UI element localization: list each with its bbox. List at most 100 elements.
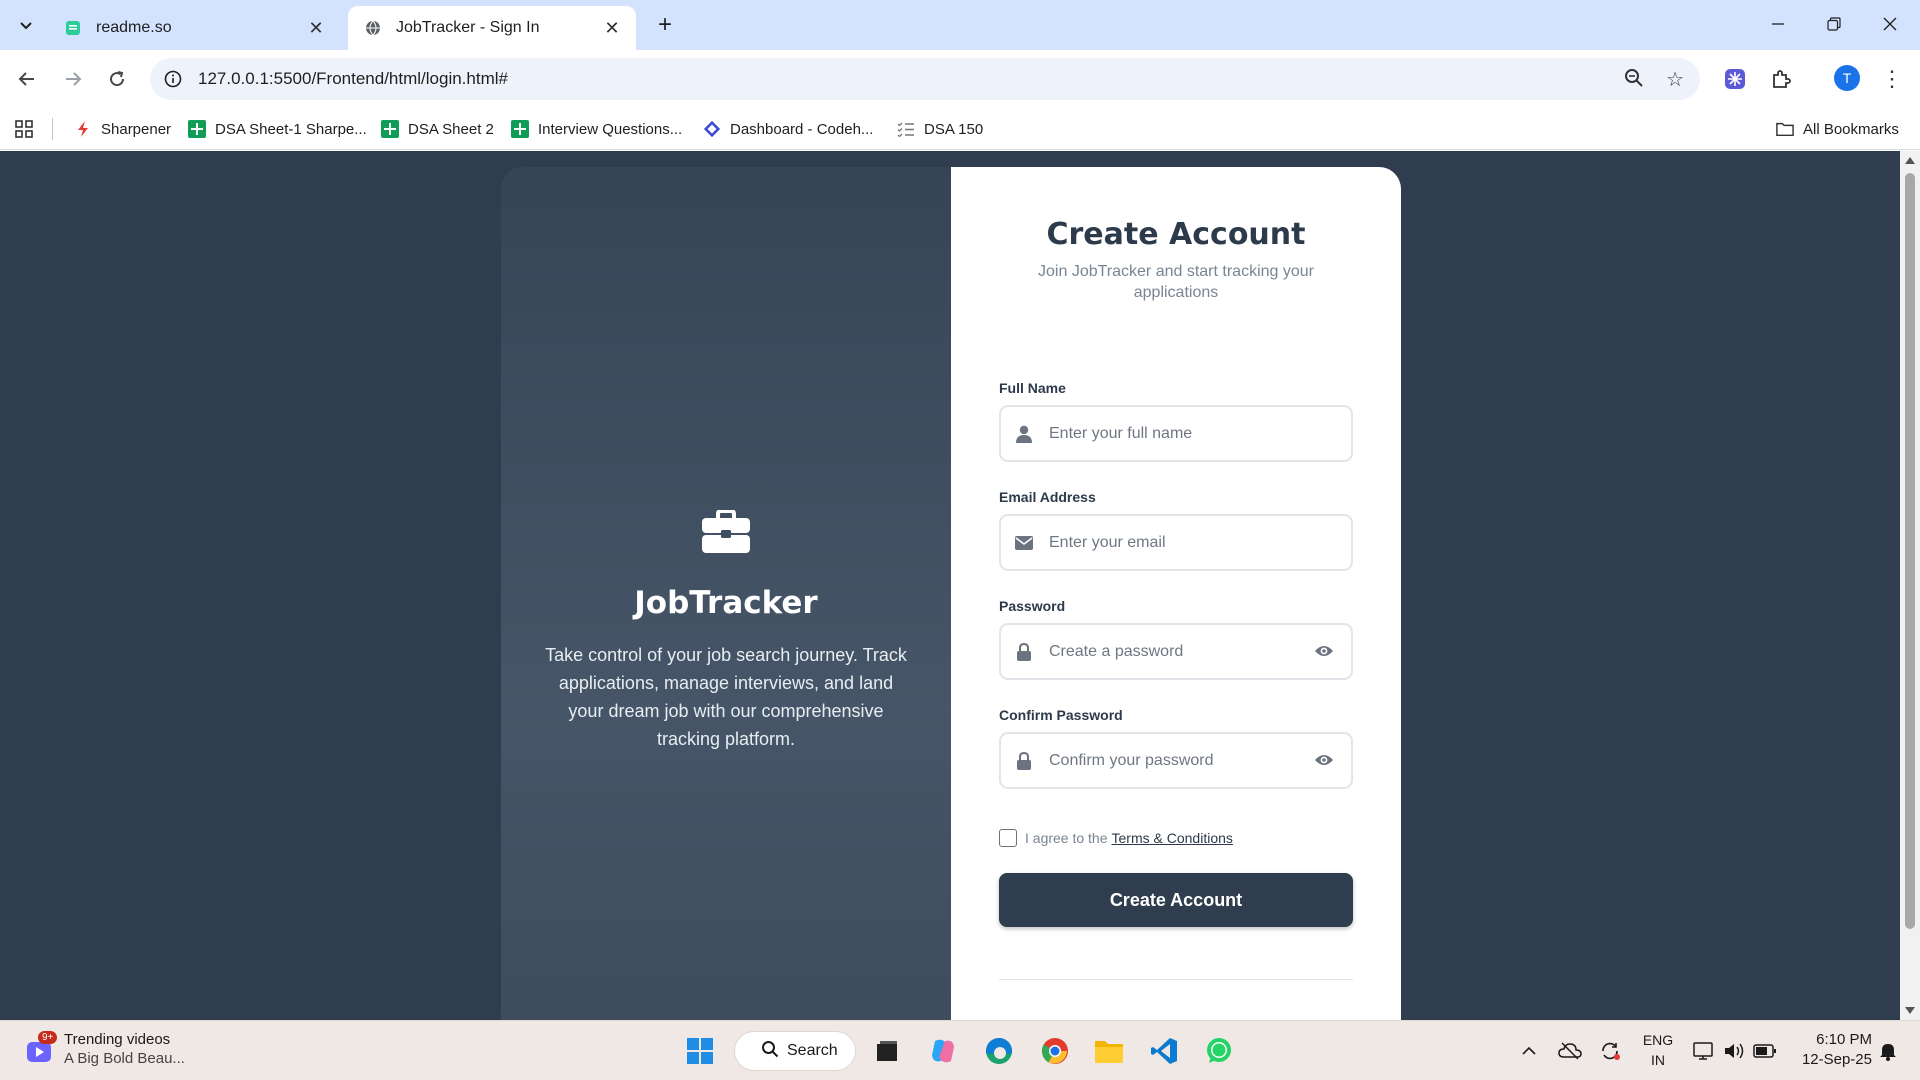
language-indicator[interactable]: ENG IN: [1640, 1030, 1676, 1070]
show-hidden-icons-chevron-up-icon[interactable]: [1516, 1021, 1542, 1080]
form-divider: [999, 979, 1353, 980]
news-title: Trending videos: [64, 1031, 171, 1048]
tab-jobtracker[interactable]: JobTracker - Sign In ✕: [348, 6, 636, 50]
url-text[interactable]: 127.0.0.1:5500/Frontend/html/login.html#: [198, 69, 508, 89]
bookmark-sharpener[interactable]: Sharpener: [74, 116, 171, 142]
task-view-icon[interactable]: [870, 1034, 904, 1068]
close-tab-icon[interactable]: ✕: [306, 18, 326, 38]
page-viewport: JobTracker Take control of your job sear…: [0, 151, 1900, 1020]
apps-grid-icon[interactable]: [14, 119, 34, 139]
profile-avatar[interactable]: T: [1834, 65, 1860, 91]
password-field[interactable]: [999, 623, 1353, 680]
folder-icon: [1776, 120, 1794, 138]
tab-readme[interactable]: readme.so ✕: [48, 6, 340, 50]
terms-row: I agree to the Terms & Conditions: [999, 829, 1233, 847]
extension-icon[interactable]: [1720, 64, 1750, 94]
news-widget[interactable]: 9+ Trending videos A Big Bold Beau...: [26, 1031, 185, 1067]
site-info-icon[interactable]: [162, 68, 184, 90]
codehelp-diamond-icon: [703, 120, 721, 138]
browser-toolbar: 127.0.0.1:5500/Frontend/html/login.html#…: [0, 50, 1920, 108]
bookmark-dsa-150[interactable]: DSA 150: [897, 116, 983, 142]
user-icon: [1013, 423, 1035, 445]
confirm-password-field[interactable]: [999, 732, 1353, 789]
scroll-down-arrow-icon[interactable]: [1905, 1007, 1915, 1014]
chrome-icon[interactable]: [1038, 1034, 1072, 1068]
bookmark-interview-questions[interactable]: Interview Questions...: [511, 116, 682, 142]
globe-icon: [364, 19, 382, 37]
bookmark-dashboard[interactable]: Dashboard - Codeh...: [703, 116, 873, 142]
clock-date: 12-Sep-25: [1801, 1051, 1872, 1068]
arrow-right-icon: [66, 72, 82, 86]
lock-icon: [1013, 641, 1035, 663]
terms-link[interactable]: Terms & Conditions: [1112, 830, 1233, 846]
new-tab-button[interactable]: +: [652, 11, 678, 38]
full-name-field[interactable]: [999, 405, 1353, 462]
zoom-icon[interactable]: [1624, 68, 1644, 93]
bookmark-label: DSA 150: [924, 120, 984, 138]
signup-form: Create Account Join JobTracker and start…: [951, 167, 1401, 1020]
extensions-puzzle-icon[interactable]: [1766, 64, 1796, 94]
whatsapp-icon[interactable]: [1202, 1034, 1236, 1068]
restore-icon: [1827, 17, 1841, 31]
file-explorer-icon[interactable]: [1092, 1034, 1126, 1068]
bookmark-label: DSA Sheet 2: [408, 120, 494, 138]
form-subtitle: Join JobTracker and start tracking your …: [1038, 263, 1314, 301]
toggle-confirm-password-eye-icon[interactable]: [1313, 751, 1335, 769]
create-account-button[interactable]: Create Account: [999, 873, 1353, 927]
search-label: Search: [787, 1042, 838, 1059]
list-icon: [897, 120, 915, 138]
password-label: Password: [999, 598, 1066, 614]
restore-button[interactable]: [1814, 8, 1854, 40]
network-monitor-icon[interactable]: [1690, 1021, 1718, 1080]
vscode-icon[interactable]: [1147, 1034, 1181, 1068]
sync-icon[interactable]: [1596, 1021, 1624, 1080]
all-bookmarks-button[interactable]: All Bookmarks: [1776, 116, 1899, 142]
tab-title: JobTracker - Sign In: [396, 19, 540, 36]
minimize-button[interactable]: [1758, 8, 1798, 40]
full-name-label: Full Name: [999, 380, 1066, 396]
address-bar[interactable]: 127.0.0.1:5500/Frontend/html/login.html#…: [150, 58, 1700, 100]
terms-checkbox[interactable]: [999, 829, 1017, 847]
system-clock[interactable]: 6:10 PM 12-Sep-25: [1792, 1030, 1872, 1070]
close-window-button[interactable]: [1870, 8, 1910, 40]
tab-search-button[interactable]: [12, 11, 40, 39]
copilot-icon[interactable]: [926, 1034, 960, 1068]
arrow-left-icon: [18, 72, 34, 86]
volume-speaker-icon[interactable]: [1720, 1021, 1748, 1080]
terms-text: I agree to the: [1025, 830, 1108, 846]
onedrive-cloud-icon[interactable]: [1556, 1021, 1584, 1080]
email-input[interactable]: [1049, 533, 1289, 552]
email-field[interactable]: [999, 514, 1353, 571]
back-button[interactable]: [10, 62, 44, 96]
minimize-icon: [1772, 23, 1784, 25]
envelope-icon: [1013, 532, 1035, 554]
scrollbar-thumb[interactable]: [1905, 173, 1915, 929]
taskbar-search[interactable]: Search: [734, 1031, 856, 1071]
windows-start-icon[interactable]: [683, 1034, 717, 1068]
sheets-icon: [188, 120, 206, 138]
edge-icon[interactable]: [982, 1034, 1016, 1068]
brand-panel: JobTracker Take control of your job sear…: [501, 167, 951, 1020]
tab-title: readme.so: [96, 19, 172, 36]
browser-menu-icon[interactable]: ⋮: [1880, 64, 1904, 94]
bookmark-dsa-sheet-1[interactable]: DSA Sheet-1 Sharpe...: [188, 116, 367, 142]
video-widget-icon: 9+: [26, 1031, 58, 1067]
confirm-password-label: Confirm Password: [999, 707, 1123, 723]
confirm-password-input[interactable]: [1049, 751, 1289, 770]
scroll-up-arrow-icon[interactable]: [1905, 157, 1915, 164]
bookmark-dsa-sheet-2[interactable]: DSA Sheet 2: [381, 116, 494, 142]
password-input[interactable]: [1049, 642, 1289, 661]
reload-button[interactable]: [100, 62, 134, 96]
full-name-input[interactable]: [1049, 424, 1289, 443]
bookmarks-divider: [52, 118, 53, 140]
forward-button[interactable]: [56, 62, 90, 96]
sheets-icon: [381, 120, 399, 138]
notification-bell-icon[interactable]: [1876, 1021, 1900, 1080]
brand-title: JobTracker: [634, 585, 818, 621]
battery-icon[interactable]: [1750, 1021, 1780, 1080]
close-tab-icon[interactable]: ✕: [602, 18, 622, 38]
page-scrollbar[interactable]: [1900, 151, 1920, 1020]
readme-favicon-icon: [64, 19, 82, 37]
bookmark-star-icon[interactable]: ☆: [1666, 67, 1684, 92]
toggle-password-eye-icon[interactable]: [1313, 642, 1335, 660]
